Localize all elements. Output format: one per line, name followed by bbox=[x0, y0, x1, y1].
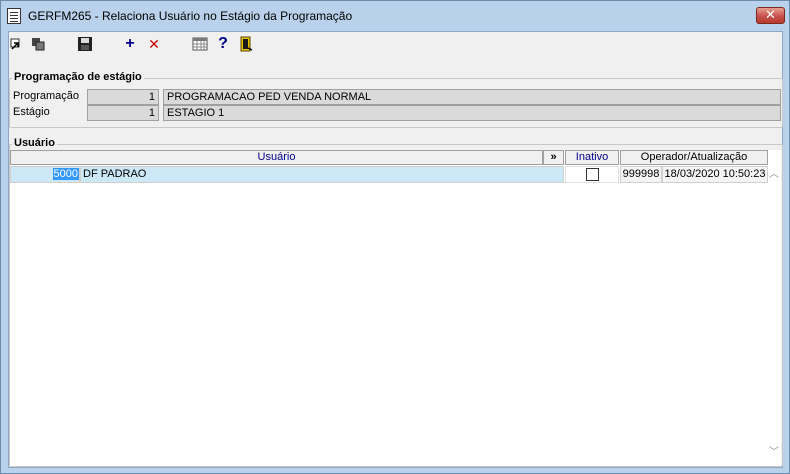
operador-cell: 999998 bbox=[620, 166, 662, 183]
programacao-label: Programação bbox=[13, 90, 80, 102]
calendar-grid-icon[interactable] bbox=[192, 36, 208, 52]
inativo-cell bbox=[565, 166, 619, 183]
add-icon[interactable]: + bbox=[122, 36, 138, 52]
toolbar: + ✕ ? bbox=[9, 32, 782, 58]
window-title: GERFM265 - Relaciona Usuário no Estágio … bbox=[28, 9, 353, 23]
usuario-group-title: Usuário bbox=[12, 137, 57, 149]
estagio-desc-field[interactable]: ESTAGIO 1 bbox=[163, 105, 781, 121]
scroll-down-icon[interactable]: ﹀ bbox=[769, 448, 779, 458]
programacao-group-title: Programação de estágio bbox=[12, 71, 144, 83]
navigate-in-icon[interactable] bbox=[9, 36, 25, 52]
title-bar[interactable]: GERFM265 - Relaciona Usuário no Estágio … bbox=[1, 1, 789, 31]
application-window: GERFM265 - Relaciona Usuário no Estágio … bbox=[0, 0, 790, 474]
client-area: + ✕ ? Programação de estágio Programação… bbox=[8, 31, 783, 468]
scroll-up-icon[interactable]: ︿ bbox=[769, 170, 779, 180]
inativo-checkbox[interactable] bbox=[586, 168, 599, 181]
exit-door-icon[interactable] bbox=[238, 36, 254, 52]
help-icon[interactable]: ? bbox=[215, 36, 231, 52]
usuario-grid: Usuário » Inativo Operador/Atualização 5… bbox=[10, 150, 781, 466]
document-icon bbox=[7, 8, 21, 24]
navigate-copy-icon[interactable] bbox=[30, 36, 46, 52]
usuario-code-cell[interactable]: 5000 bbox=[10, 166, 80, 183]
programacao-code-field[interactable]: 1 bbox=[87, 89, 159, 105]
save-icon[interactable] bbox=[77, 36, 93, 52]
column-header-inativo[interactable]: Inativo bbox=[565, 150, 619, 165]
close-button[interactable]: ✕ bbox=[756, 7, 785, 24]
estagio-label: Estágio bbox=[13, 106, 50, 118]
column-header-operador[interactable]: Operador/Atualização bbox=[620, 150, 768, 165]
usuario-name-cell[interactable]: DF PADRAO bbox=[80, 166, 564, 183]
atualizacao-cell: 18/03/2020 10:50:23 bbox=[662, 166, 768, 183]
delete-icon[interactable]: ✕ bbox=[146, 36, 162, 52]
usuario-code-value: 5000 bbox=[52, 168, 79, 180]
programacao-desc-field[interactable]: PROGRAMACAO PED VENDA NORMAL bbox=[163, 89, 781, 105]
estagio-code-field[interactable]: 1 bbox=[87, 105, 159, 121]
expand-columns-button[interactable]: » bbox=[543, 150, 564, 165]
column-header-usuario[interactable]: Usuário bbox=[10, 150, 543, 165]
